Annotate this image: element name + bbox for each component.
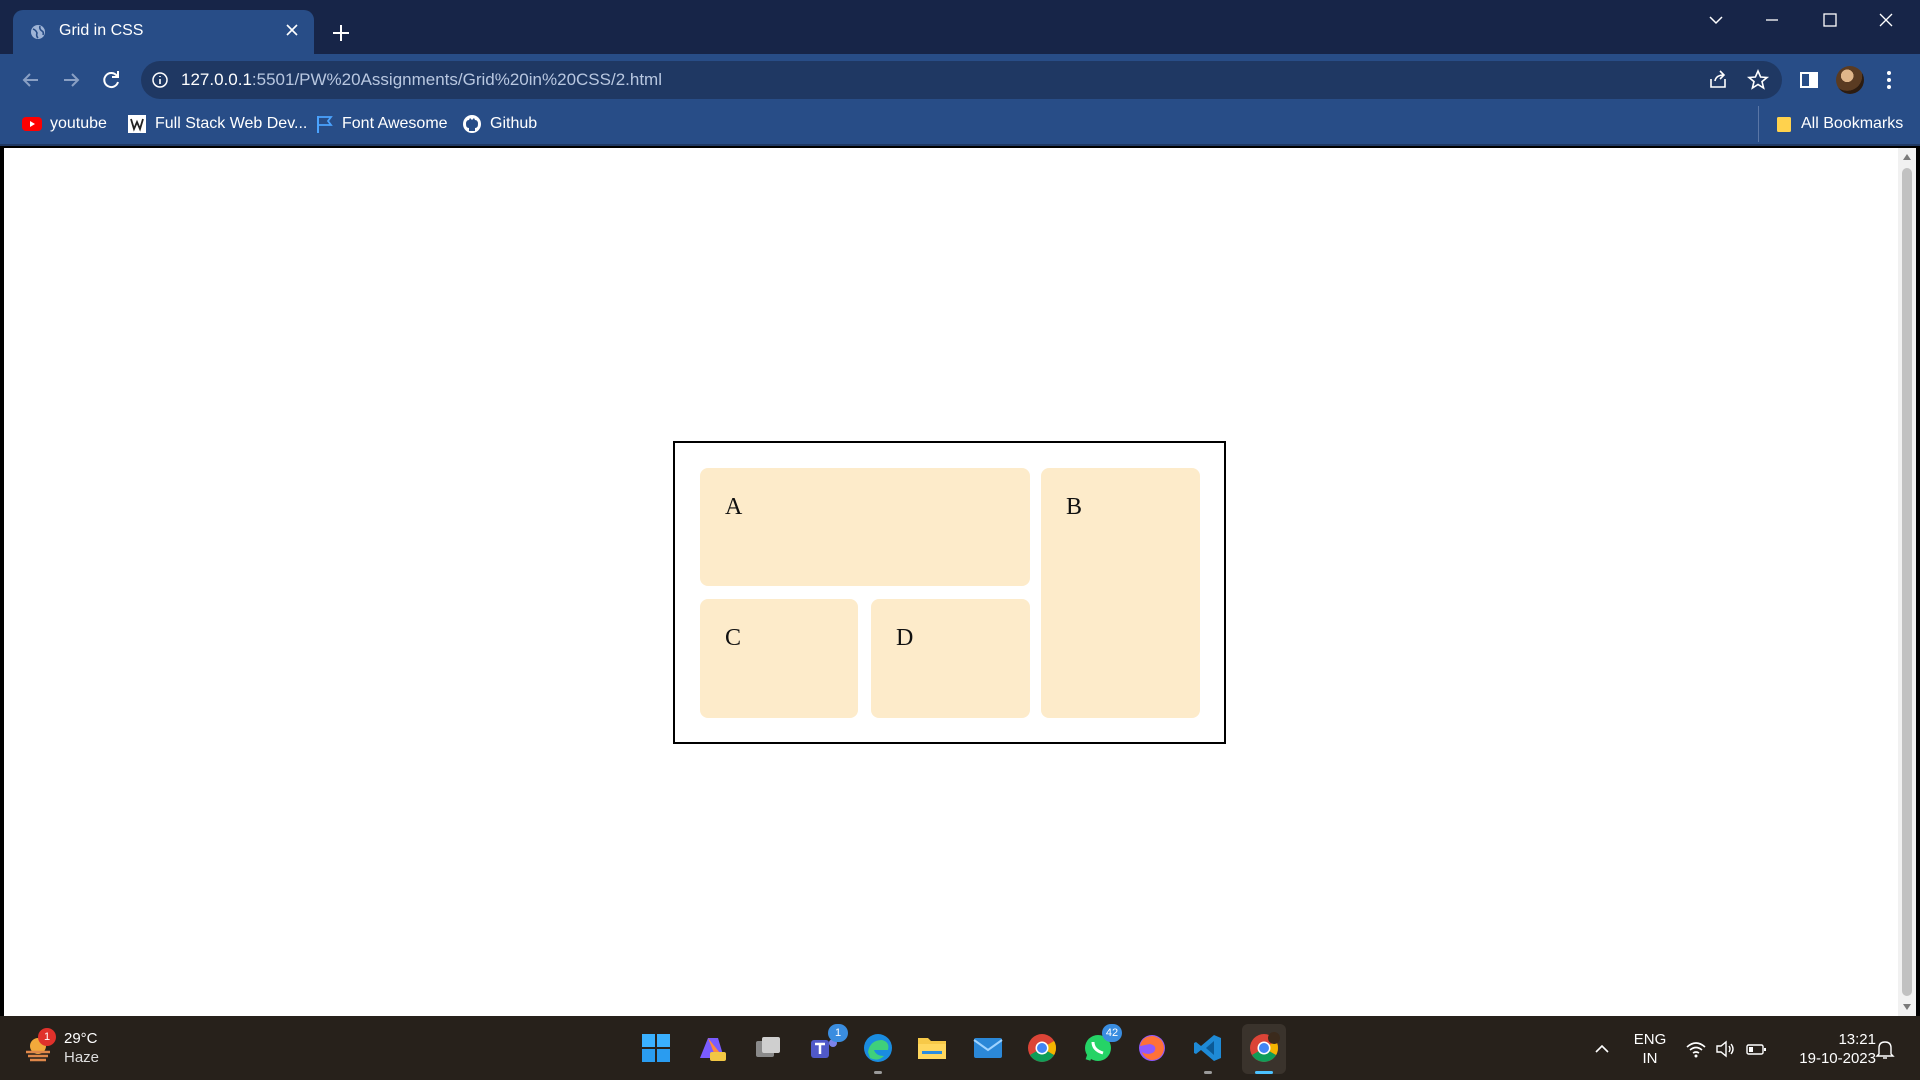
site-icon [128,115,146,133]
page-viewport: A B C D [4,148,1898,1016]
copilot-pre-icon[interactable] [694,1030,730,1066]
weather-haze-icon: 1 [22,1028,56,1064]
forward-icon[interactable] [58,67,84,93]
windows-start-icon[interactable] [638,1030,674,1066]
clock[interactable]: 13:21 19-10-2023 [1780,1030,1876,1068]
scroll-down-icon[interactable] [1903,1004,1911,1010]
lang-line1: ENG [1633,1031,1667,1048]
side-panel-icon[interactable] [1796,67,1822,93]
profile-avatar[interactable] [1836,66,1864,94]
grid-item-label: C [725,625,742,651]
lang-line2: IN [1642,1050,1658,1067]
share-icon[interactable] [1705,67,1731,93]
menu-dots-icon[interactable] [1876,67,1902,93]
bookmark-label: Github [490,115,538,132]
star-icon[interactable] [1745,67,1771,93]
running-indicator-active [1255,1071,1273,1074]
globe-icon [31,25,45,39]
taskbar: 1 29°C Haze 1 42 ENG IN 13:21 19-10-2023 [0,1016,1920,1080]
tab-title: Grid in CSS [59,22,144,39]
tab-strip: Grid in CSS [0,0,1920,54]
url-host: 127.0.0.1 [181,70,252,89]
firefox-icon[interactable] [1134,1030,1170,1066]
all-bookmarks-label: All Bookmarks [1801,115,1904,132]
chevron-down-icon[interactable] [1696,8,1736,32]
grid-item-b: B [1041,468,1200,718]
bookmarks-bar: youtube Full Stack Web Dev... Font Aweso… [0,106,1920,146]
new-tab-icon[interactable] [329,21,353,45]
grid-item-d: D [871,599,1030,718]
bookmark-label: Full Stack Web Dev... [155,115,308,132]
close-icon[interactable] [282,20,302,40]
toolbar: 127.0.0.1:5501/PW%20Assignments/Grid%20i… [0,54,1920,106]
bookmark-all[interactable]: All Bookmarks [1758,106,1903,142]
weather-badge: 1 [38,1028,56,1046]
address-bar[interactable]: 127.0.0.1:5501/PW%20Assignments/Grid%20i… [141,61,1782,99]
url-path: :5501/PW%20Assignments/Grid%20in%20CSS/2… [251,70,662,89]
tab-grid-in-css[interactable]: Grid in CSS [13,10,314,54]
chevron-up-icon[interactable] [1591,1038,1613,1060]
whatsapp-badge: 42 [1102,1024,1122,1042]
back-icon[interactable] [18,67,44,93]
grid-item-label: B [1066,494,1083,520]
youtube-icon [22,117,42,131]
file-explorer-icon[interactable] [914,1030,950,1066]
volume-icon[interactable] [1714,1038,1736,1060]
task-view-icon[interactable] [750,1030,786,1066]
battery-icon[interactable] [1745,1038,1767,1060]
bookmark-label: youtube [50,115,107,132]
reload-icon[interactable] [98,67,124,93]
vertical-scrollbar[interactable] [1898,148,1916,1016]
github-icon [463,115,481,133]
bookmark-label: Font Awesome [342,115,448,132]
scroll-thumb[interactable] [1902,168,1912,996]
info-icon[interactable] [151,71,169,89]
grid-item-label: D [896,625,914,651]
close-window-icon[interactable] [1866,8,1906,32]
grid-container: A B C D [673,441,1226,744]
url-text[interactable]: 127.0.0.1:5501/PW%20Assignments/Grid%20i… [181,70,662,90]
running-indicator [874,1071,882,1074]
edge-icon[interactable] [860,1030,896,1074]
grid-item-label: A [725,494,743,520]
teams-badge: 1 [828,1024,848,1042]
folder-icon [1777,117,1791,132]
grid-item-c: C [700,599,858,718]
bookmark-full-stack[interactable]: Full Stack Web Dev... [127,106,307,142]
chrome-icon[interactable] [1024,1030,1060,1066]
whatsapp-icon[interactable]: 42 [1080,1024,1122,1066]
clock-time: 13:21 [1838,1031,1876,1048]
bookmark-github[interactable]: Github [462,106,537,142]
weather-condition: Haze [64,1049,100,1066]
minimize-icon[interactable] [1752,8,1792,32]
weather-temp: 29°C [64,1030,98,1047]
mail-icon[interactable] [970,1030,1006,1066]
clock-date: 19-10-2023 [1799,1050,1876,1067]
vscode-icon[interactable] [1190,1030,1226,1074]
weather-widget[interactable]: 1 29°C Haze [22,1028,100,1067]
running-indicator [1204,1071,1212,1074]
maximize-icon[interactable] [1810,8,1850,32]
bookmark-youtube[interactable]: youtube [22,106,107,142]
bookmark-font-awesome[interactable]: Font Awesome [314,106,448,142]
notification-bell-icon[interactable] [1874,1038,1896,1060]
chrome-profile-icon[interactable] [1246,1030,1282,1074]
teams-icon[interactable]: 1 [806,1024,848,1066]
wifi-icon[interactable] [1685,1038,1707,1060]
scroll-up-icon[interactable] [1903,154,1911,160]
language-indicator[interactable]: ENG IN [1630,1030,1670,1068]
grid-item-a: A [700,468,1030,586]
flag-icon [317,116,333,133]
